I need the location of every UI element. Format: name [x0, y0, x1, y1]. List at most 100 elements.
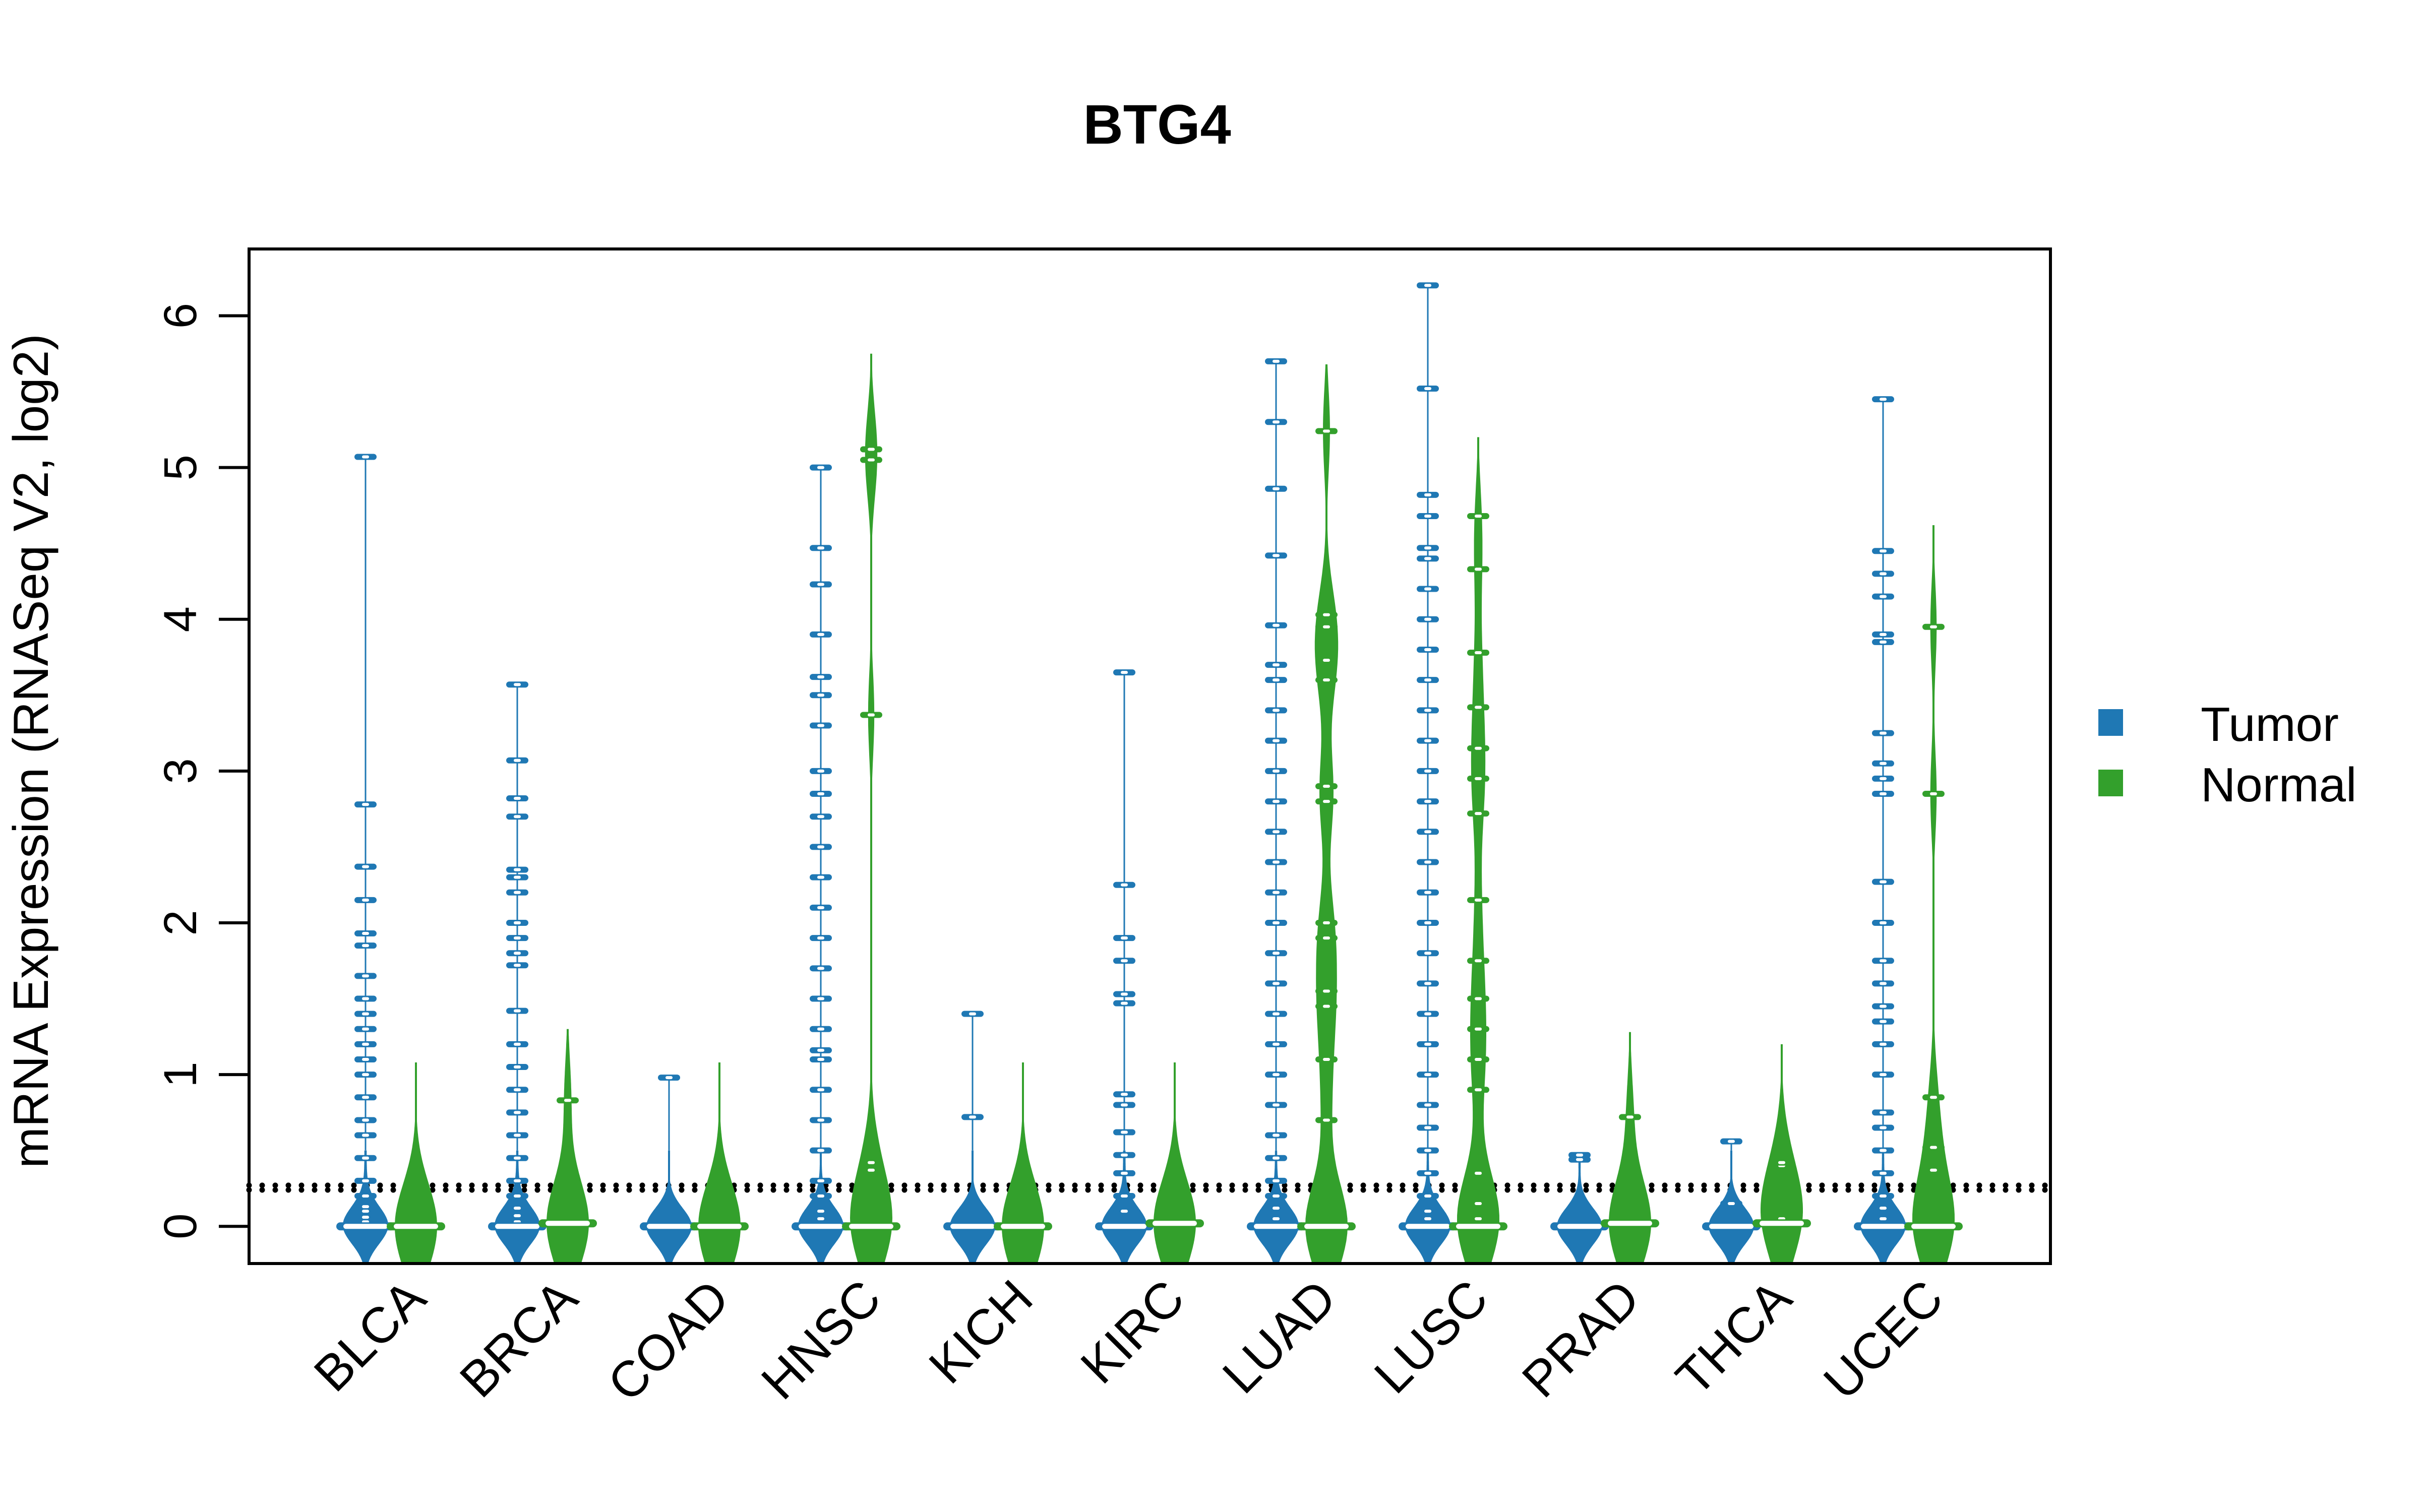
- bean-median-inner: [1608, 1221, 1652, 1226]
- bean-line-gap: [1424, 546, 1431, 550]
- bean-line-gap: [969, 1012, 976, 1016]
- bean-line-gap: [1930, 625, 1937, 628]
- bean-line-gap: [1273, 709, 1280, 712]
- bean-median-inner: [394, 1224, 438, 1229]
- bean-line-gap: [1424, 1042, 1431, 1046]
- bean-line-gap: [868, 458, 875, 462]
- bean-line-gap: [1323, 921, 1330, 924]
- bean-median-inner: [1760, 1221, 1804, 1226]
- bean-line-gap: [1323, 625, 1330, 628]
- bean-median-inner: [849, 1224, 893, 1229]
- bean-line-gap: [1323, 936, 1330, 940]
- bean-line-gap: [514, 1133, 521, 1137]
- bean-line-gap: [1424, 769, 1431, 773]
- bean-line-gap: [1576, 1158, 1583, 1161]
- bean-line-gap: [817, 546, 824, 550]
- bean-line-gap: [514, 921, 521, 924]
- bean-line-gap: [1424, 1210, 1431, 1213]
- y-tick-label: 1: [155, 1062, 206, 1088]
- bean-line-gap: [868, 448, 875, 451]
- bean-line-gap: [817, 1179, 824, 1182]
- bean-line-gap: [1273, 554, 1280, 557]
- bean-line-gap: [969, 1115, 976, 1119]
- legend-label-normal: Normal: [2201, 758, 2356, 812]
- bean-line-gap: [362, 932, 369, 935]
- bean-line-gap: [1121, 1130, 1128, 1134]
- bean-line-gap: [1424, 709, 1431, 712]
- bean-line-gap: [514, 868, 521, 871]
- bean-line-gap: [1880, 959, 1887, 963]
- bean-median-inner: [799, 1224, 843, 1229]
- bean-line-gap: [362, 455, 369, 459]
- bean-line-gap: [514, 1207, 521, 1210]
- bean-line-gap: [362, 1027, 369, 1031]
- bean-line-gap: [362, 1133, 369, 1137]
- bean-line-gap: [1121, 1210, 1128, 1213]
- bean-line-gap: [1273, 921, 1280, 924]
- bean-line-gap: [1323, 429, 1330, 433]
- bean-line-gap: [1121, 671, 1128, 674]
- bean-line-gap: [1880, 1194, 1887, 1198]
- bean-line-gap: [1424, 1126, 1431, 1129]
- bean-line-gap: [1728, 1140, 1735, 1143]
- bean-line-gap: [1273, 982, 1280, 985]
- bean-line-gap: [514, 1194, 521, 1198]
- bean-line-gap: [362, 865, 369, 868]
- bean-line-gap: [1273, 1179, 1280, 1182]
- bean-line-gap: [817, 1027, 824, 1031]
- bean-line-gap: [1880, 1217, 1887, 1221]
- bean-line-gap: [362, 1118, 369, 1122]
- bean-line-gap: [1880, 1004, 1887, 1008]
- bean-line-gap: [1475, 514, 1482, 518]
- bean-line-gap: [1880, 1171, 1887, 1175]
- bean-line-gap: [1475, 777, 1482, 780]
- bean-line-gap: [1880, 1020, 1887, 1023]
- bean-line-gap: [1273, 420, 1280, 424]
- bean-line-gap: [1424, 678, 1431, 682]
- bean-line-gap: [514, 891, 521, 894]
- bean-line-gap: [1121, 883, 1128, 887]
- bean-line-gap: [1424, 557, 1431, 560]
- bean-line-gap: [1880, 640, 1887, 644]
- bean-line-gap: [514, 815, 521, 818]
- bean-line-gap: [1880, 921, 1887, 924]
- bean-line-gap: [362, 997, 369, 1000]
- bean-line-gap: [1121, 959, 1128, 963]
- bean-line-gap: [817, 633, 824, 636]
- bean-line-gap: [1323, 784, 1330, 788]
- bean-line-gap: [817, 875, 824, 879]
- bean-line-gap: [817, 694, 824, 697]
- bean-line-gap: [1424, 387, 1431, 391]
- bean-line-gap: [817, 997, 824, 1000]
- bean-line-gap: [1880, 1126, 1887, 1129]
- bean-line-gap: [1880, 792, 1887, 796]
- bean-line-gap: [817, 967, 824, 970]
- bean-line-gap: [1880, 982, 1887, 985]
- chart-title: BTG4: [1083, 94, 1231, 156]
- bean-median-inner: [697, 1224, 742, 1229]
- bean-line-gap: [1273, 891, 1280, 894]
- y-tick-label: 6: [155, 303, 206, 329]
- bean-line-gap: [1424, 1103, 1431, 1107]
- bean-line-gap: [1475, 1027, 1482, 1031]
- y-tick-label: 0: [155, 1214, 206, 1239]
- bean-line-gap: [362, 1057, 369, 1061]
- legend-label-tumor: Tumor: [2201, 698, 2339, 751]
- bean-line-gap: [1880, 1149, 1887, 1152]
- bean-line-gap: [817, 769, 824, 773]
- bean-line-gap: [1424, 284, 1431, 287]
- bean-line-gap: [1273, 1194, 1280, 1198]
- bean-line-gap: [817, 1048, 824, 1052]
- bean-line-gap: [1323, 1057, 1330, 1061]
- bean-line-gap: [1475, 959, 1482, 963]
- bean-median-inner: [546, 1221, 590, 1226]
- bean-line-gap: [514, 1088, 521, 1092]
- bean-line-gap: [514, 1156, 521, 1160]
- bean-line-gap: [514, 1042, 521, 1046]
- bean-line-gap: [817, 792, 824, 796]
- bean-median-inner: [1304, 1224, 1349, 1229]
- bean-line-gap: [1778, 1161, 1785, 1164]
- bean-median-inner: [1557, 1224, 1602, 1229]
- bean-line-gap: [817, 1210, 824, 1213]
- beanplot-chart: BTG4 mRNA Expression (RNASeq V2, log2) 0…: [0, 0, 2420, 1512]
